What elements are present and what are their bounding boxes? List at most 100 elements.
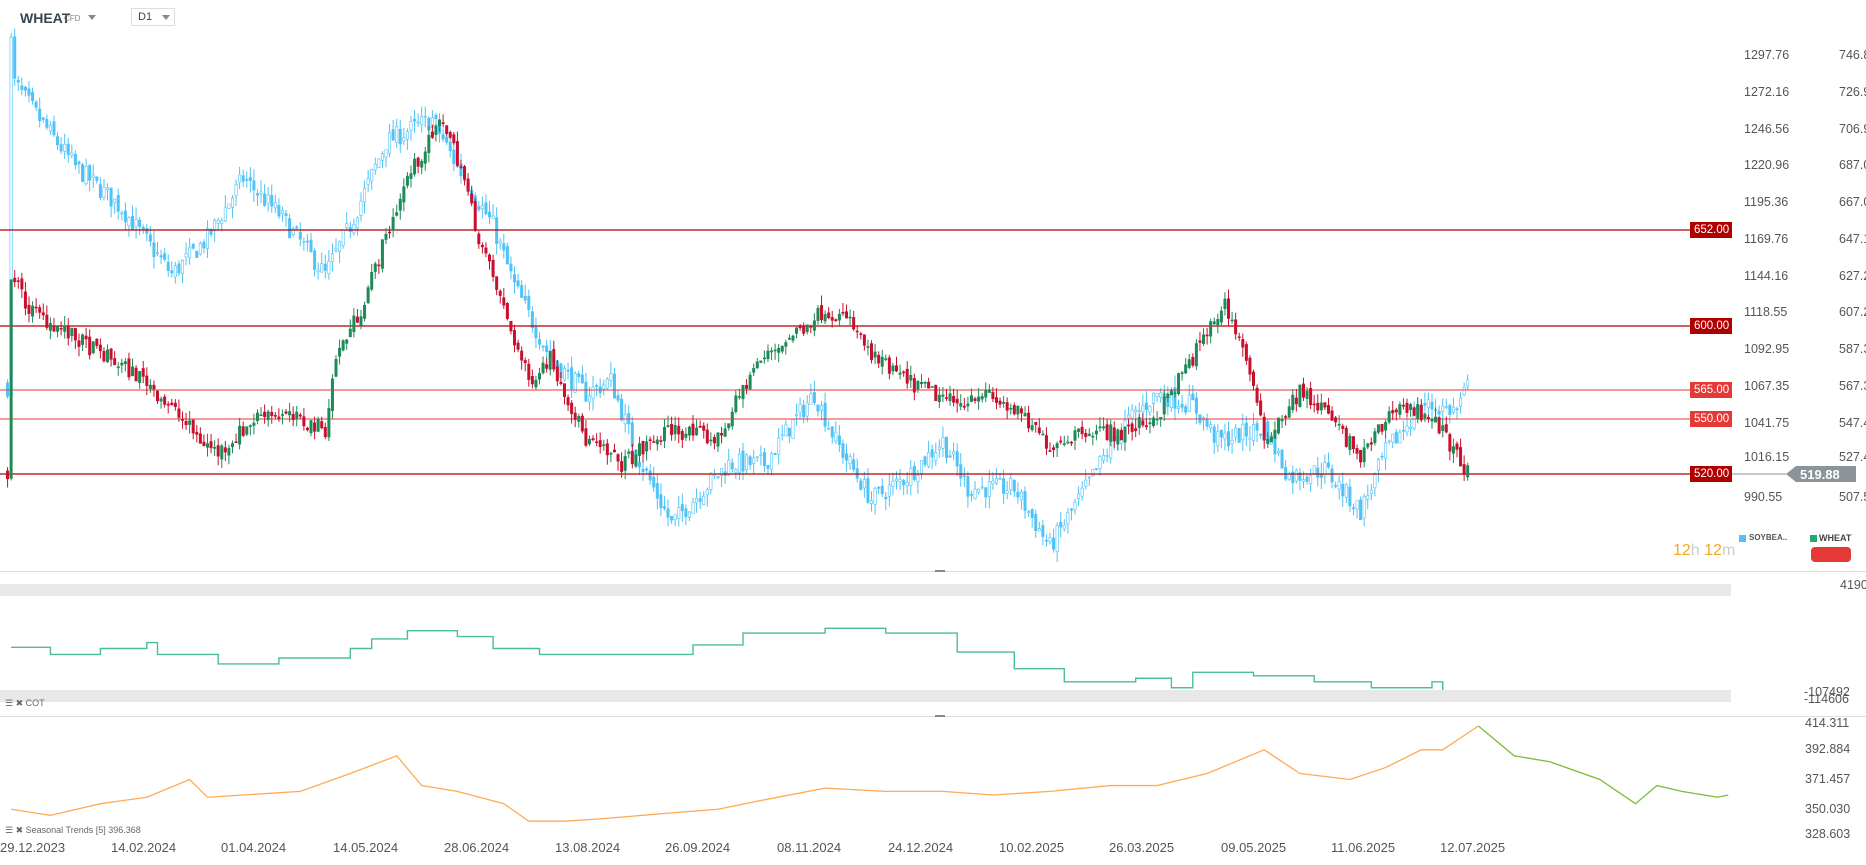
- soybean-candle: [909, 467, 913, 486]
- wheat-candle: [34, 306, 38, 309]
- soybean-candle: [480, 205, 484, 210]
- wheat-candle: [770, 350, 774, 353]
- pane-separator[interactable]: [0, 716, 1866, 717]
- wheat-candle: [752, 368, 756, 373]
- wheat-candle: [148, 384, 152, 389]
- wheat-candle: [1105, 424, 1109, 440]
- wheat-candle: [255, 412, 259, 422]
- soybean-candle: [1037, 528, 1041, 532]
- soybean-candle: [116, 195, 120, 212]
- wheat-candle: [1091, 435, 1095, 438]
- chart-canvas[interactable]: [0, 0, 1866, 865]
- wheat-color-button[interactable]: [1811, 547, 1851, 562]
- soybean-candle: [31, 91, 35, 102]
- soybean-candle: [255, 193, 259, 196]
- level-price-tag[interactable]: 652.00: [1690, 222, 1732, 238]
- soybean-candle: [716, 476, 720, 478]
- soybean-candle: [513, 274, 517, 283]
- wheat-candle: [380, 239, 384, 269]
- price-axis-label: 726.91: [1839, 84, 1866, 99]
- close-icon[interactable]: ✖: [16, 825, 24, 835]
- level-price-tag[interactable]: 550.00: [1690, 411, 1732, 427]
- soybean-candle: [1276, 451, 1280, 454]
- soybean-candle: [759, 454, 763, 456]
- wheat-candle: [870, 343, 874, 361]
- soybean-candle: [1216, 430, 1220, 446]
- wheat-candle: [173, 402, 177, 408]
- level-price-tag[interactable]: 600.00: [1690, 318, 1732, 334]
- pane-resize-handle[interactable]: [935, 715, 945, 717]
- wheat-candle: [1291, 394, 1295, 411]
- soybean-candle: [1334, 485, 1338, 487]
- soybean-candle: [505, 246, 509, 265]
- legend-wheat-label[interactable]: WHEAT: [1819, 533, 1851, 543]
- wheat-candle: [1152, 417, 1156, 427]
- wheat-candle: [652, 441, 656, 443]
- wheat-candle: [887, 357, 891, 374]
- wheat-candle: [1334, 417, 1338, 423]
- wheat-candle: [1312, 403, 1316, 406]
- pane-resize-handle[interactable]: [935, 570, 945, 572]
- soybean-candle: [302, 241, 306, 243]
- soybean-candle: [734, 469, 738, 473]
- soybean-candle: [355, 217, 359, 229]
- soybean-candle: [887, 484, 891, 497]
- wheat-candle: [13, 277, 17, 283]
- wheat-candle: [213, 446, 217, 449]
- wheat-candle: [1348, 435, 1352, 450]
- timer-hours: 12: [1673, 542, 1691, 559]
- soybean-candle: [894, 478, 898, 482]
- wheat-candle: [270, 411, 274, 417]
- pane-menu-icon[interactable]: ☰: [5, 698, 13, 708]
- soybean-candle: [680, 504, 684, 512]
- wheat-candle: [873, 351, 877, 358]
- wheat-candle: [609, 452, 613, 455]
- soybean-candle: [966, 475, 970, 497]
- wheat-candle: [1234, 319, 1238, 335]
- soybean-candle: [1437, 410, 1441, 415]
- soybean-candle: [259, 191, 263, 194]
- soybean-candle: [834, 431, 838, 442]
- wheat-candle: [234, 441, 238, 444]
- wheat-candle: [31, 305, 35, 317]
- soybean-candle: [405, 131, 409, 140]
- wheat-candle: [1162, 396, 1166, 415]
- wheat-candle: [637, 443, 641, 456]
- wheat-candle: [438, 119, 442, 127]
- legend-soybean-label[interactable]: SOYBEA..: [1749, 533, 1787, 542]
- wheat-candle: [891, 365, 895, 372]
- level-price-tag[interactable]: 520.00: [1690, 466, 1732, 482]
- pane-separator[interactable]: [0, 571, 1866, 572]
- soybean-candle: [416, 121, 420, 124]
- wheat-candle: [277, 416, 281, 419]
- wheat-candle: [1127, 424, 1131, 427]
- pane-menu-icon[interactable]: ☰: [5, 825, 13, 835]
- cot-bottom-band: [0, 690, 1731, 702]
- wheat-candle: [766, 350, 770, 360]
- wheat-candle: [473, 201, 477, 231]
- level-price-tag[interactable]: 565.00: [1690, 382, 1732, 398]
- wheat-candle: [545, 364, 549, 369]
- wheat-candle: [687, 426, 691, 436]
- wheat-candle: [330, 378, 334, 412]
- soybean-candle: [152, 242, 156, 258]
- soybean-candle: [252, 180, 256, 191]
- wheat-candle: [470, 193, 474, 204]
- soybean-axis-label: 1272.16: [1744, 84, 1790, 99]
- wheat-candle: [138, 371, 142, 383]
- soybean-candle: [570, 367, 574, 390]
- wheat-candle: [702, 425, 706, 431]
- soybean-candle: [1391, 433, 1395, 443]
- soybean-candle: [1244, 422, 1248, 437]
- soybean-candle: [477, 206, 481, 210]
- wheat-candle: [334, 359, 338, 377]
- wheat-candle: [984, 390, 988, 398]
- soybean-candle: [1144, 402, 1148, 410]
- wheat-candle: [1016, 405, 1020, 415]
- legend-wheat-swatch: [1810, 535, 1817, 542]
- date-axis-label: 12.07.2025: [1440, 840, 1506, 855]
- wheat-candle: [898, 372, 902, 375]
- soybean-candle: [1055, 525, 1059, 552]
- wheat-candle: [969, 395, 973, 402]
- close-icon[interactable]: ✖: [16, 698, 24, 708]
